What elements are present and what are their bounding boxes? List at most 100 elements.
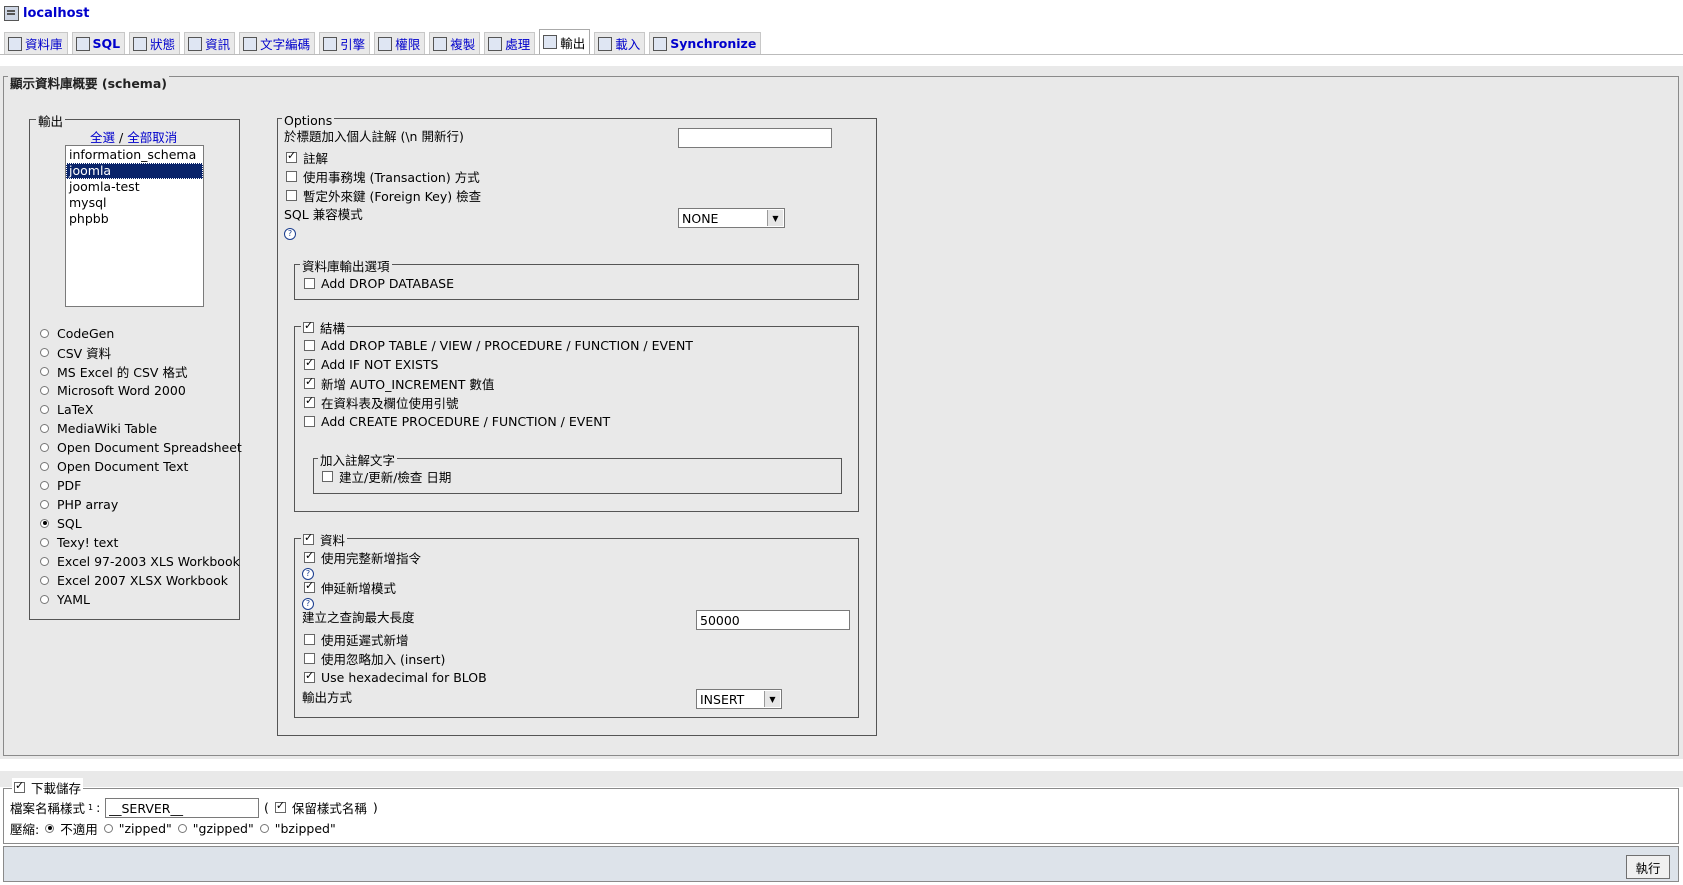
compression-zip-radio[interactable] xyxy=(103,823,113,833)
database-listbox[interactable]: information_schema joomla joomla-test my… xyxy=(65,145,204,307)
structure-option-backquotes[interactable]: 在資料表及欄位使用引號 xyxy=(304,393,459,411)
go-button[interactable]: 執行 xyxy=(1626,855,1670,879)
compat-select[interactable]: NONE ▼ xyxy=(678,208,785,228)
format-word[interactable]: Microsoft Word 2000 xyxy=(40,381,186,399)
format-sql[interactable]: SQL xyxy=(40,514,82,532)
tab-engines[interactable]: 引擎 xyxy=(319,32,371,54)
foreign-key-checkbox[interactable] xyxy=(286,189,297,201)
deselect-all-link[interactable]: 全部取消 xyxy=(127,130,177,145)
format-mediawiki[interactable]: MediaWiki Table xyxy=(40,419,157,437)
save-checkbox[interactable] xyxy=(14,779,25,793)
radio-button[interactable] xyxy=(40,575,49,585)
comments-option[interactable]: 註解 xyxy=(286,148,328,166)
delayed-option[interactable]: 使用延遲式新增 xyxy=(304,630,409,648)
remember-template-checkbox[interactable] xyxy=(274,799,286,813)
hex-blob-checkbox[interactable] xyxy=(304,669,315,683)
select-all-link[interactable]: 全選 xyxy=(90,130,115,145)
dates-checkbox[interactable] xyxy=(322,470,333,482)
extended-inserts-checkbox[interactable] xyxy=(304,579,315,593)
list-item[interactable]: information_schema xyxy=(66,147,203,163)
radio-button[interactable] xyxy=(40,442,49,452)
tab-sql[interactable]: SQL xyxy=(71,32,126,54)
checkbox[interactable] xyxy=(304,356,315,370)
format-php-array[interactable]: PHP array xyxy=(40,495,118,513)
tab-status[interactable]: 狀態 xyxy=(129,32,181,54)
radio-button[interactable] xyxy=(40,499,49,509)
structure-option-drop-table[interactable]: Add DROP TABLE / VIEW / PROCEDURE / FUNC… xyxy=(304,336,693,354)
format-texy[interactable]: Texy! text xyxy=(40,533,118,551)
drop-database-option[interactable]: Add DROP DATABASE xyxy=(304,274,454,292)
radio-button[interactable] xyxy=(40,385,49,395)
foreign-key-option[interactable]: 暫定外來鍵 (Foreign Key) 檢查 xyxy=(286,186,481,204)
tab-processes[interactable]: 處理 xyxy=(484,32,536,54)
compression-bzip-radio[interactable] xyxy=(259,823,269,833)
tab-import[interactable]: 載入 xyxy=(594,32,646,54)
tab-replication[interactable]: 複製 xyxy=(429,32,481,54)
remember-template-option[interactable]: (保留樣式名稱) xyxy=(264,798,378,816)
structure-legend[interactable]: 結構 xyxy=(301,318,348,336)
format-pdf[interactable]: PDF xyxy=(40,476,81,494)
filename-input[interactable] xyxy=(105,798,259,818)
ignore-option[interactable]: 使用忽略加入 (insert) xyxy=(304,649,445,667)
checkbox[interactable] xyxy=(304,415,315,427)
radio-button[interactable] xyxy=(40,328,49,338)
radio-button[interactable] xyxy=(40,518,49,528)
tab-synchronize[interactable]: Synchronize xyxy=(649,32,762,54)
structure-option-create-procedure[interactable]: Add CREATE PROCEDURE / FUNCTION / EVENT xyxy=(304,412,610,430)
dates-option[interactable]: 建立/更新/檢查 日期 xyxy=(322,467,451,485)
complete-inserts-checkbox[interactable] xyxy=(304,549,315,563)
checkbox[interactable] xyxy=(304,339,315,351)
export-type-select[interactable]: INSERT ▼ xyxy=(696,689,782,709)
compression-none-radio[interactable] xyxy=(45,823,55,833)
structure-checkbox[interactable] xyxy=(303,319,314,333)
comments-checkbox[interactable] xyxy=(286,149,297,163)
radio-button[interactable] xyxy=(40,537,49,547)
radio-button[interactable] xyxy=(40,594,49,604)
server-link[interactable]: localhost xyxy=(23,6,89,21)
tab-databases[interactable]: 資料庫 xyxy=(4,32,68,54)
compat-help[interactable]: ? xyxy=(284,225,296,243)
header-comment-input[interactable] xyxy=(678,128,832,148)
format-codegen[interactable]: CodeGen xyxy=(40,324,114,342)
tab-export[interactable]: 輸出 xyxy=(539,29,591,54)
format-xlsx[interactable]: Excel 2007 XLSX Workbook xyxy=(40,571,228,589)
complete-inserts-option[interactable]: 使用完整新增指令 xyxy=(304,548,421,566)
transaction-option[interactable]: 使用事務塊 (Transaction) 方式 xyxy=(286,167,480,185)
radio-button[interactable] xyxy=(40,404,49,414)
structure-option-auto-increment[interactable]: 新增 AUTO_INCREMENT 數值 xyxy=(304,374,494,392)
list-item[interactable]: phpbb xyxy=(66,211,203,227)
data-checkbox[interactable] xyxy=(303,531,314,545)
drop-database-checkbox[interactable] xyxy=(304,277,315,289)
checkbox[interactable] xyxy=(304,375,315,389)
format-latex[interactable]: LaTeX xyxy=(40,400,93,418)
list-item[interactable]: joomla-test xyxy=(66,179,203,195)
hex-blob-option[interactable]: Use hexadecimal for BLOB xyxy=(304,668,487,686)
list-item[interactable]: mysql xyxy=(66,195,203,211)
ignore-checkbox[interactable] xyxy=(304,652,315,664)
tab-privileges[interactable]: 權限 xyxy=(374,32,426,54)
help-icon[interactable]: ? xyxy=(284,228,296,240)
format-yaml[interactable]: YAML xyxy=(40,590,90,608)
format-odt[interactable]: Open Document Text xyxy=(40,457,188,475)
delayed-checkbox[interactable] xyxy=(304,633,315,645)
max-query-input[interactable] xyxy=(696,610,850,630)
transaction-checkbox[interactable] xyxy=(286,170,297,182)
radio-button[interactable] xyxy=(40,556,49,566)
data-legend[interactable]: 資料 xyxy=(301,530,348,548)
radio-button[interactable] xyxy=(40,366,49,376)
list-item[interactable]: joomla xyxy=(66,163,203,179)
radio-button[interactable] xyxy=(40,480,49,490)
radio-button[interactable] xyxy=(40,423,49,433)
format-xls[interactable]: Excel 97-2003 XLS Workbook xyxy=(40,552,240,570)
checkbox[interactable] xyxy=(304,394,315,408)
format-ods[interactable]: Open Document Spreadsheet xyxy=(40,438,242,456)
tab-info[interactable]: 資訊 xyxy=(184,32,236,54)
radio-button[interactable] xyxy=(40,461,49,471)
compression-gzip-radio[interactable] xyxy=(177,823,187,833)
extended-inserts-option[interactable]: 伸延新增模式 xyxy=(304,578,396,596)
structure-option-if-not-exists[interactable]: Add IF NOT EXISTS xyxy=(304,355,438,373)
format-csv[interactable]: CSV 資料 xyxy=(40,343,111,361)
radio-button[interactable] xyxy=(40,347,49,357)
save-legend[interactable]: 下載儲存 xyxy=(12,778,84,796)
format-csv-excel[interactable]: MS Excel 的 CSV 格式 xyxy=(40,362,187,380)
